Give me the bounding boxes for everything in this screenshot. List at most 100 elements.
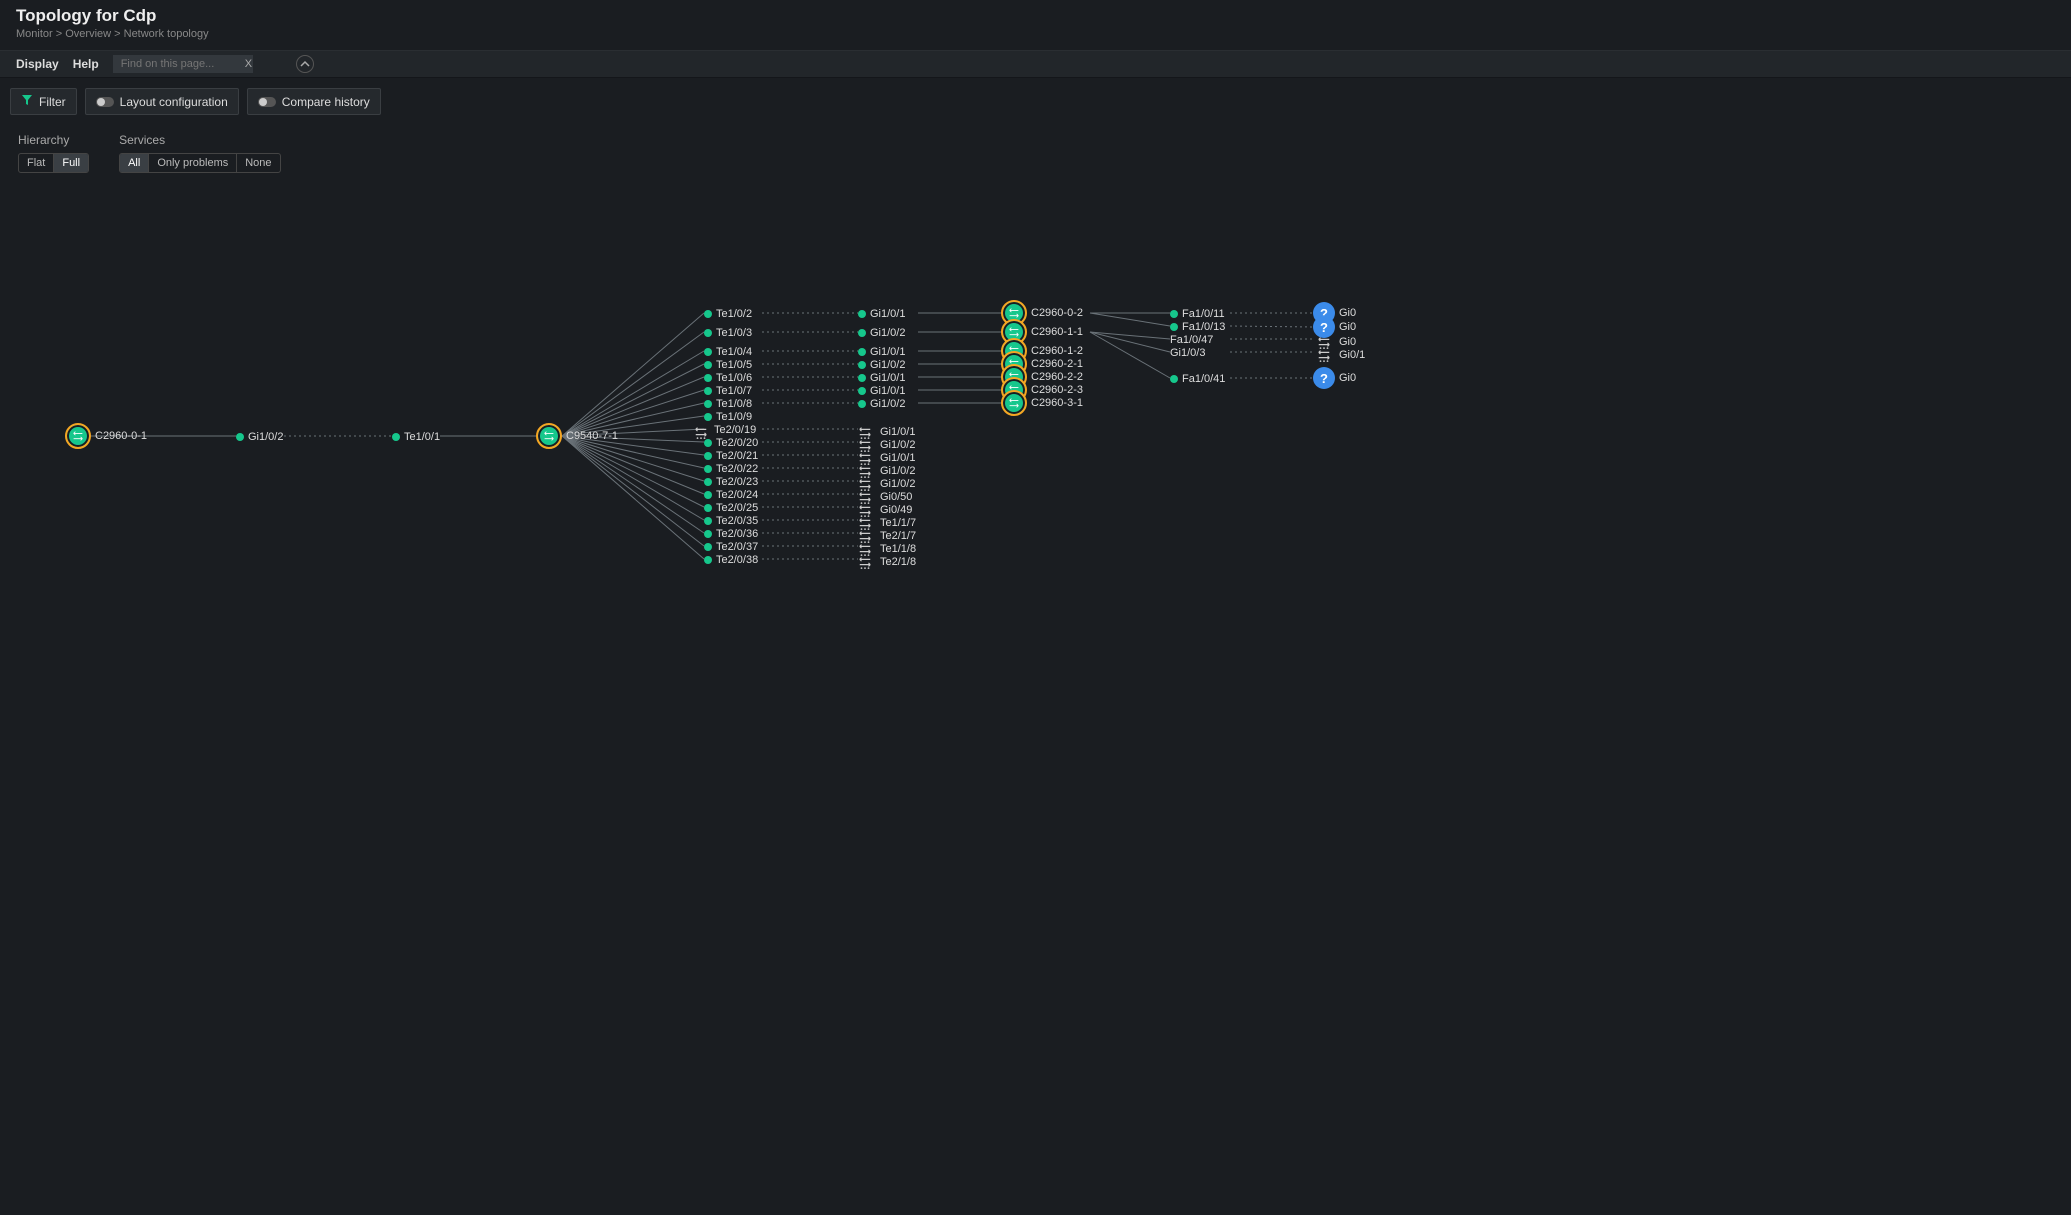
port-Te2-0-38[interactable]: Te2/0/38 xyxy=(704,554,758,566)
port-status-dot xyxy=(858,400,866,408)
port-label: Gi1/0/3 xyxy=(1170,347,1205,359)
port-status-dot xyxy=(704,504,712,512)
node-c9540-7-1[interactable]: C9540-7-1 xyxy=(536,423,618,449)
midport-17[interactable]: Te2/1/8 xyxy=(854,551,916,573)
layout-config-button[interactable]: Layout configuration xyxy=(85,88,239,115)
toggle-icon xyxy=(258,97,276,107)
filter-icon xyxy=(21,94,33,109)
port-label: Gi1/0/2 xyxy=(870,398,905,410)
switch-icon xyxy=(536,423,562,449)
node-c2960-3-1[interactable]: C2960-3-1 xyxy=(1001,390,1083,416)
toolbar: Filter Layout configuration Compare hist… xyxy=(0,78,2071,125)
port-label: Te1/0/3 xyxy=(716,327,752,339)
port-label: Gi1/0/2 xyxy=(870,359,905,371)
port-te1-0-1[interactable]: Te1/0/1 xyxy=(392,431,440,443)
port-Te2-0-37[interactable]: Te2/0/37 xyxy=(704,541,758,553)
menu-help[interactable]: Help xyxy=(73,57,99,71)
filter-button[interactable]: Filter xyxy=(10,88,77,115)
breadcrumb-network-topology[interactable]: Network topology xyxy=(124,28,209,40)
port-Te1-0-6[interactable]: Te1/0/6 xyxy=(704,372,752,384)
port-gi1-0-2[interactable]: Gi1/0/2 xyxy=(236,431,283,443)
port-Te2-0-23[interactable]: Te2/0/23 xyxy=(704,476,758,488)
port-label: Fa1/0/41 xyxy=(1182,373,1225,385)
search-clear-button[interactable]: X xyxy=(245,58,252,70)
port-label: Te2/0/23 xyxy=(716,476,758,488)
port-Te2-0-21[interactable]: Te2/0/21 xyxy=(704,450,758,462)
midport-3[interactable]: Gi1/0/2 xyxy=(858,359,905,371)
midport-2[interactable]: Gi1/0/1 xyxy=(858,346,905,358)
port-label: Te1/0/7 xyxy=(716,385,752,397)
port-status-dot xyxy=(704,556,712,564)
topology-canvas[interactable]: C2960-0-1 Gi1/0/2 Te1/0/1 C9540-7-1 Te1/0/2 T… xyxy=(0,160,2071,1215)
port-label: Te2/0/36 xyxy=(716,528,758,540)
port-status-dot xyxy=(704,452,712,460)
port-Te1-0-2[interactable]: Te1/0/2 xyxy=(704,308,752,320)
unknown-device-icon: ? xyxy=(1313,367,1335,389)
port-status-dot xyxy=(704,517,712,525)
toggle-icon xyxy=(96,97,114,107)
midport-0[interactable]: Gi1/0/1 xyxy=(858,308,905,320)
farnode-3[interactable]: Gi0/1 xyxy=(1313,344,1365,366)
farport-1[interactable]: Fa1/0/13 xyxy=(1170,321,1225,333)
compare-history-button[interactable]: Compare history xyxy=(247,88,381,115)
port-status-dot xyxy=(704,439,712,447)
port-Te1-0-3[interactable]: Te1/0/3 xyxy=(704,327,752,339)
port-label: Te2/0/20 xyxy=(716,437,758,449)
port-Te2-0-24[interactable]: Te2/0/24 xyxy=(704,489,758,501)
port-status-dot xyxy=(858,387,866,395)
port-label: Gi1/0/2 xyxy=(870,327,905,339)
port-label: Te2/1/8 xyxy=(880,556,916,568)
switch-small-icon xyxy=(1313,344,1335,366)
node-label: C2960-0-1 xyxy=(95,430,147,442)
port-label: Gi1/0/1 xyxy=(870,308,905,320)
port-status-dot xyxy=(858,310,866,318)
port-label: Te2/0/38 xyxy=(716,554,758,566)
port-status-dot xyxy=(858,361,866,369)
port-label: Te2/0/25 xyxy=(716,502,758,514)
port-Te1-0-7[interactable]: Te1/0/7 xyxy=(704,385,752,397)
port-Te1-0-4[interactable]: Te1/0/4 xyxy=(704,346,752,358)
port-Te1-0-5[interactable]: Te1/0/5 xyxy=(704,359,752,371)
node-label: C2960-0-2 xyxy=(1031,307,1083,319)
farnode-4[interactable]: ?Gi0 xyxy=(1313,367,1356,389)
switch-icon xyxy=(1001,390,1027,416)
port-Te2-0-25[interactable]: Te2/0/25 xyxy=(704,502,758,514)
port-status-dot xyxy=(704,491,712,499)
port-status-dot xyxy=(704,530,712,538)
services-label: Services xyxy=(119,133,280,147)
midport-1[interactable]: Gi1/0/2 xyxy=(858,327,905,339)
breadcrumb-overview[interactable]: Overview xyxy=(65,28,111,40)
port-label: Te1/0/4 xyxy=(716,346,752,358)
menu-display[interactable]: Display xyxy=(16,57,59,71)
midport-4[interactable]: Gi1/0/1 xyxy=(858,372,905,384)
farport-4[interactable]: Fa1/0/41 xyxy=(1170,373,1225,385)
port-Te2-0-35[interactable]: Te2/0/35 xyxy=(704,515,758,527)
farport-2[interactable]: Fa1/0/47 xyxy=(1170,334,1213,346)
port-label: Te1/0/8 xyxy=(716,398,752,410)
port-status-dot xyxy=(1170,323,1178,331)
node-label: C9540-7-1 xyxy=(566,430,618,442)
farport-3[interactable]: Gi1/0/3 xyxy=(1170,347,1205,359)
port-label: Te1/0/6 xyxy=(716,372,752,384)
node-c2960-0-1[interactable]: C2960-0-1 xyxy=(65,423,147,449)
port-status-dot xyxy=(704,478,712,486)
midport-5[interactable]: Gi1/0/1 xyxy=(858,385,905,397)
search-input[interactable] xyxy=(113,55,253,73)
port-Te2-0-20[interactable]: Te2/0/20 xyxy=(704,437,758,449)
port-label: Te1/0/2 xyxy=(716,308,752,320)
port-label: Fa1/0/47 xyxy=(1170,334,1213,346)
chevron-up-icon xyxy=(300,59,310,69)
collapse-toolbar-button[interactable] xyxy=(296,55,314,73)
port-status-dot xyxy=(704,348,712,356)
port-Te2-0-36[interactable]: Te2/0/36 xyxy=(704,528,758,540)
breadcrumb-monitor[interactable]: Monitor xyxy=(16,28,53,40)
port-Te2-0-19[interactable]: Te2/0/19 xyxy=(714,424,756,436)
port-Te1-0-8[interactable]: Te1/0/8 xyxy=(704,398,752,410)
midport-6[interactable]: Gi1/0/2 xyxy=(858,398,905,410)
port-status-dot xyxy=(704,310,712,318)
port-status-dot xyxy=(704,543,712,551)
port-status-dot xyxy=(858,329,866,337)
farport-0[interactable]: Fa1/0/11 xyxy=(1170,308,1225,320)
port-Te2-0-22[interactable]: Te2/0/22 xyxy=(704,463,758,475)
port-label: Fa1/0/11 xyxy=(1182,308,1225,320)
